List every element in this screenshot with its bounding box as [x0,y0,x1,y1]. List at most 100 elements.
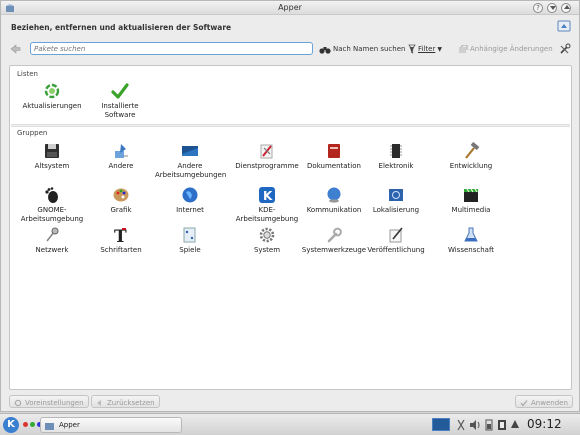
group-label: Andere [108,162,134,170]
search-mode-dropdown[interactable]: Nach Namen suchen ▼ [319,43,414,55]
group-item-dienstprogramme[interactable]: Dienstprogramme [232,142,302,171]
group-item-gnome[interactable]: GNOME-Arbeitsumgebung [17,186,87,224]
group-label: Altsystem [34,162,70,170]
footer-bar: Voreinstellungen Zurücksetzen Anwenden [1,392,579,412]
reset-label: Zurücksetzen [107,398,155,407]
group-item-andere[interactable]: Andere [86,142,156,171]
clock[interactable]: 09:12 [527,417,562,431]
application-launcher-button[interactable]: K [3,417,19,433]
gear-icon [258,226,276,244]
lists-section-label: Listen [17,70,38,78]
list-item-label: Installierte Software [101,102,139,119]
group-label: Multimedia [451,206,491,214]
floppy-disk-icon [43,142,61,160]
desktop-pager[interactable] [432,418,450,431]
binoculars-icon [319,46,331,54]
dice-icon [181,226,199,244]
apper-window: Apper ? Beziehen, entfernen und aktualis… [0,0,580,412]
group-label: Grafik [110,206,132,214]
filter-dropdown[interactable]: Filter ▼ [408,43,442,55]
palette-icon [112,186,130,204]
tools-icon [258,142,276,160]
group-item-netzwerk[interactable]: Netzwerk [17,226,87,255]
taskbar: K Apper 09:12 [0,413,580,435]
group-item-kde[interactable]: K KDE-Arbeitsumgebung [232,186,302,224]
reset-button[interactable]: Zurücksetzen [91,395,160,408]
group-item-system[interactable]: System [232,226,302,255]
group-item-andere-arbeitsumgebungen[interactable]: Andere Arbeitsumgebungen [155,142,227,180]
list-item-label: Aktualisierungen [22,102,82,110]
package-search-input[interactable] [30,42,313,55]
group-item-wissenschaft[interactable]: Wissenschaft [436,226,506,255]
network-icon [43,226,61,244]
chip-icon [387,142,405,160]
hammer-icon [462,141,480,160]
minimize-button[interactable] [547,3,557,13]
settings-tools-icon[interactable] [559,43,571,55]
group-label: Internet [176,206,204,214]
group-label: Entwicklung [449,162,493,170]
globe-icon [181,186,199,204]
group-item-internet[interactable]: Internet [155,186,225,215]
group-item-entwicklung[interactable]: Entwicklung [436,141,506,171]
taskbar-task-apper[interactable]: Apper [40,417,182,433]
group-label: Wissenschaft [447,246,495,254]
pending-changes-button[interactable]: Anhängige Änderungen [458,43,553,55]
group-item-schriftarten[interactable]: T Schriftarten [86,226,156,255]
group-label: Andere Arbeitsumgebungen [155,162,227,179]
svg-text:K: K [263,189,273,203]
battery-tray-icon[interactable] [484,418,494,432]
task-label: Apper [59,421,80,429]
back-arrow-icon[interactable] [9,43,21,55]
chevron-down-icon: ▼ [437,45,442,53]
group-label: Dienstprogramme [235,162,299,170]
group-item-kommunikation[interactable]: Kommunikation [299,186,369,215]
notifications-tray-icon[interactable] [510,418,520,432]
maximize-button[interactable] [561,3,571,13]
group-label: Dokumentation [307,162,361,170]
list-item-installed[interactable]: Installierte Software [85,82,155,120]
group-item-elektronik[interactable]: Elektronik [361,142,431,171]
group-label: Netzwerk [35,246,69,254]
apply-button[interactable]: Anwenden [515,395,573,408]
wrench-icon [325,226,343,244]
group-item-systemwerkzeuge[interactable]: Systemwerkzeuge [299,226,369,255]
settings-button[interactable]: Voreinstellungen [9,395,89,408]
group-label: Kommunikation [306,206,362,214]
group-item-dokumentation[interactable]: Dokumentation [299,142,369,171]
network-tray-icon[interactable] [456,418,466,432]
group-label: Schriftarten [100,246,142,254]
settings-icon [14,399,22,406]
group-item-veroeffentlichung[interactable]: Veröffentlichung [361,226,431,255]
group-label: Systemwerkzeuge [301,246,367,254]
group-item-multimedia[interactable]: Multimedia [436,186,506,215]
pending-changes-icon [459,44,468,53]
reset-icon [97,399,101,406]
group-item-altsystem[interactable]: Altsystem [17,142,87,171]
communication-icon [325,186,343,204]
help-button[interactable]: ? [533,3,543,13]
list-item-updates[interactable]: Aktualisierungen [17,82,87,111]
red-dot-icon [23,422,28,427]
group-label: System [253,246,281,254]
group-item-spiele[interactable]: Spiele [155,226,225,255]
book-icon [325,142,343,160]
clipboard-tray-icon[interactable] [497,418,507,432]
title-bar[interactable]: Apper ? [1,1,579,15]
filter-icon [408,44,416,54]
publishing-icon [387,226,405,244]
checkmark-icon [111,82,129,100]
apper-task-icon [45,423,54,430]
green-dot-icon [30,422,35,427]
group-item-grafik[interactable]: Grafik [86,186,156,215]
group-label: GNOME-Arbeitsumgebung [20,206,84,223]
group-item-lokalisierung[interactable]: Lokalisierung [361,186,431,215]
kde-icon: K [258,186,276,204]
updates-indicator-icon[interactable] [557,19,571,33]
flag-icon [387,186,405,204]
window-title: Apper [278,3,302,12]
volume-tray-icon[interactable] [469,418,481,432]
settings-label: Voreinstellungen [25,398,84,407]
header: Beziehen, entfernen und aktualisieren de… [1,16,579,38]
groups-section-label: Gruppen [17,129,48,137]
